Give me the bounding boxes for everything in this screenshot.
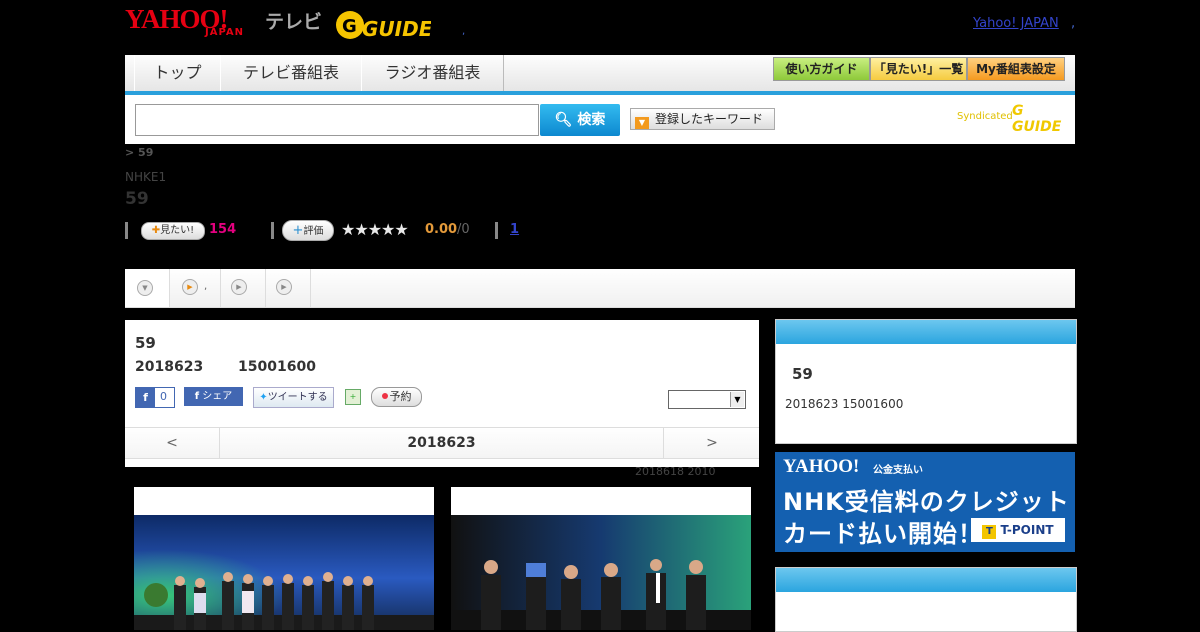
watchlist-button[interactable]: 「見たい!」一覧 (870, 57, 967, 81)
channel-name: NHKE1 (125, 170, 167, 184)
tab-4[interactable]: ▶ (266, 269, 311, 307)
tab-2[interactable]: ▶ , (170, 269, 221, 307)
calendar-add-icon[interactable]: + (345, 389, 361, 405)
detail-date: 2018623 (135, 359, 204, 375)
breadcrumb[interactable]: > 59 (125, 146, 153, 159)
nav-tab-tv-schedule[interactable]: テレビ番組表 (220, 55, 362, 91)
program-image-card-1[interactable] (134, 487, 434, 630)
plus-icon: + (292, 223, 304, 238)
facebook-icon: f (194, 391, 200, 402)
nav-tab-radio-schedule[interactable]: ラジオ番組表 (361, 55, 504, 91)
sidebar-panel-2 (775, 567, 1077, 632)
ad-small-label: 公金支払い (873, 465, 923, 476)
tpoint-badge: T T-POINT (971, 518, 1065, 542)
rating-score: 0.00 (425, 222, 458, 237)
program-photo-2 (451, 515, 751, 630)
nav-tab-top[interactable]: トップ (134, 55, 221, 91)
current-date: 2018623 (407, 435, 476, 451)
program-image-card-2[interactable] (451, 487, 751, 630)
ad-headline-2: カード払い開始！ (783, 520, 983, 548)
related-link[interactable]: 1 (510, 222, 519, 237)
sidebar-program-title: 59 (792, 365, 813, 383)
tpoint-icon: T (982, 525, 997, 539)
detail-time: 15001600 (238, 359, 316, 375)
play-icon: ▶ (182, 279, 198, 295)
yahoo-japan-link[interactable]: Yahoo! JAPAN (973, 16, 1059, 31)
play-icon: ▶ (231, 279, 247, 295)
syndicated-label: Syndicated (957, 111, 1013, 122)
reserve-button[interactable]: 予約 (371, 387, 422, 407)
gguide-logo-icon[interactable]: G GUIDE (336, 8, 431, 42)
date-navigation: < 2018623 > (125, 427, 759, 459)
detail-title: 59 (135, 334, 156, 352)
facebook-share-button[interactable]: f シェア (184, 387, 243, 406)
program-photo-1 (134, 515, 434, 630)
header-separator-right: , (1071, 16, 1076, 31)
usage-guide-button[interactable]: 使い方ガイド (773, 57, 870, 81)
divider (495, 222, 498, 239)
tab-3[interactable]: ▶ (221, 269, 266, 307)
rate-button[interactable]: +評価 (282, 220, 334, 241)
triangle-down-icon: ▼ (635, 117, 649, 129)
divider (271, 222, 274, 239)
svg-text:GUIDE: GUIDE (362, 17, 431, 41)
tweet-button[interactable]: ✦ツイートする (253, 387, 334, 408)
detail-select[interactable]: ▼ (668, 390, 746, 409)
sidebar-panel-2-header (776, 568, 1076, 592)
sidebar-program-datetime: 2018623 15001600 (785, 397, 904, 411)
facebook-icon: f (136, 388, 155, 407)
search-button[interactable]: 🔍︎ 検索 (540, 104, 620, 136)
record-dot-icon (381, 393, 388, 399)
syndicated-gguide-logo: G GUIDE (1012, 103, 1062, 135)
update-note: 2018618 2010 (635, 465, 716, 478)
plus-icon: ✚ (151, 225, 161, 236)
nhk-credit-ad-banner[interactable]: YAHOO! 公金支払い NHK受信料のクレジット カード払い開始！ T T-PO… (775, 452, 1075, 552)
search-icon: 🔍︎ (554, 112, 573, 128)
registered-keywords-button[interactable]: ▼ 登録したキーワード (630, 108, 775, 130)
search-input[interactable] (135, 104, 539, 136)
program-detail-panel: 59 2018623 15001600 f 0 f シェア ✦ツイートする + … (125, 320, 759, 467)
program-title: 59 (125, 189, 149, 209)
ad-headline-1: NHK受信料のクレジット (783, 488, 1070, 516)
svg-text:G: G (342, 16, 357, 37)
chevron-down-icon: ▼ (137, 280, 153, 296)
chevron-down-icon: ▼ (730, 392, 744, 407)
facebook-like-button[interactable]: f 0 (135, 387, 175, 408)
prev-date-button[interactable]: < (125, 428, 220, 458)
tab-1[interactable]: ▼ (125, 269, 170, 307)
tv-label[interactable]: テレビ (265, 7, 322, 34)
my-schedule-settings-button[interactable]: My番組表設定 (967, 57, 1065, 81)
detail-tab-strip: ▼ ▶ , ▶ ▶ (125, 269, 1075, 308)
search-bar: 🔍︎ 検索 ▼ 登録したキーワード Syndicated G GUIDE (125, 95, 1075, 144)
want-to-watch-count: 154 (209, 222, 237, 237)
rating-count: /0 (457, 222, 470, 237)
want-to-watch-button[interactable]: ✚見たい! (141, 222, 205, 240)
next-date-button[interactable]: > (663, 428, 760, 458)
rating-stars: ★★★★★ (341, 220, 409, 239)
ad-yahoo-logo: YAHOO! (783, 456, 860, 477)
header-separator: , (462, 26, 466, 37)
sidebar-panel-header (776, 320, 1076, 344)
japan-logo: JAPAN (205, 27, 244, 38)
divider (125, 222, 128, 239)
play-icon: ▶ (276, 279, 292, 295)
twitter-bird-icon: ✦ (259, 392, 268, 403)
sidebar-program-panel: 59 2018623 15001600 (775, 319, 1077, 444)
